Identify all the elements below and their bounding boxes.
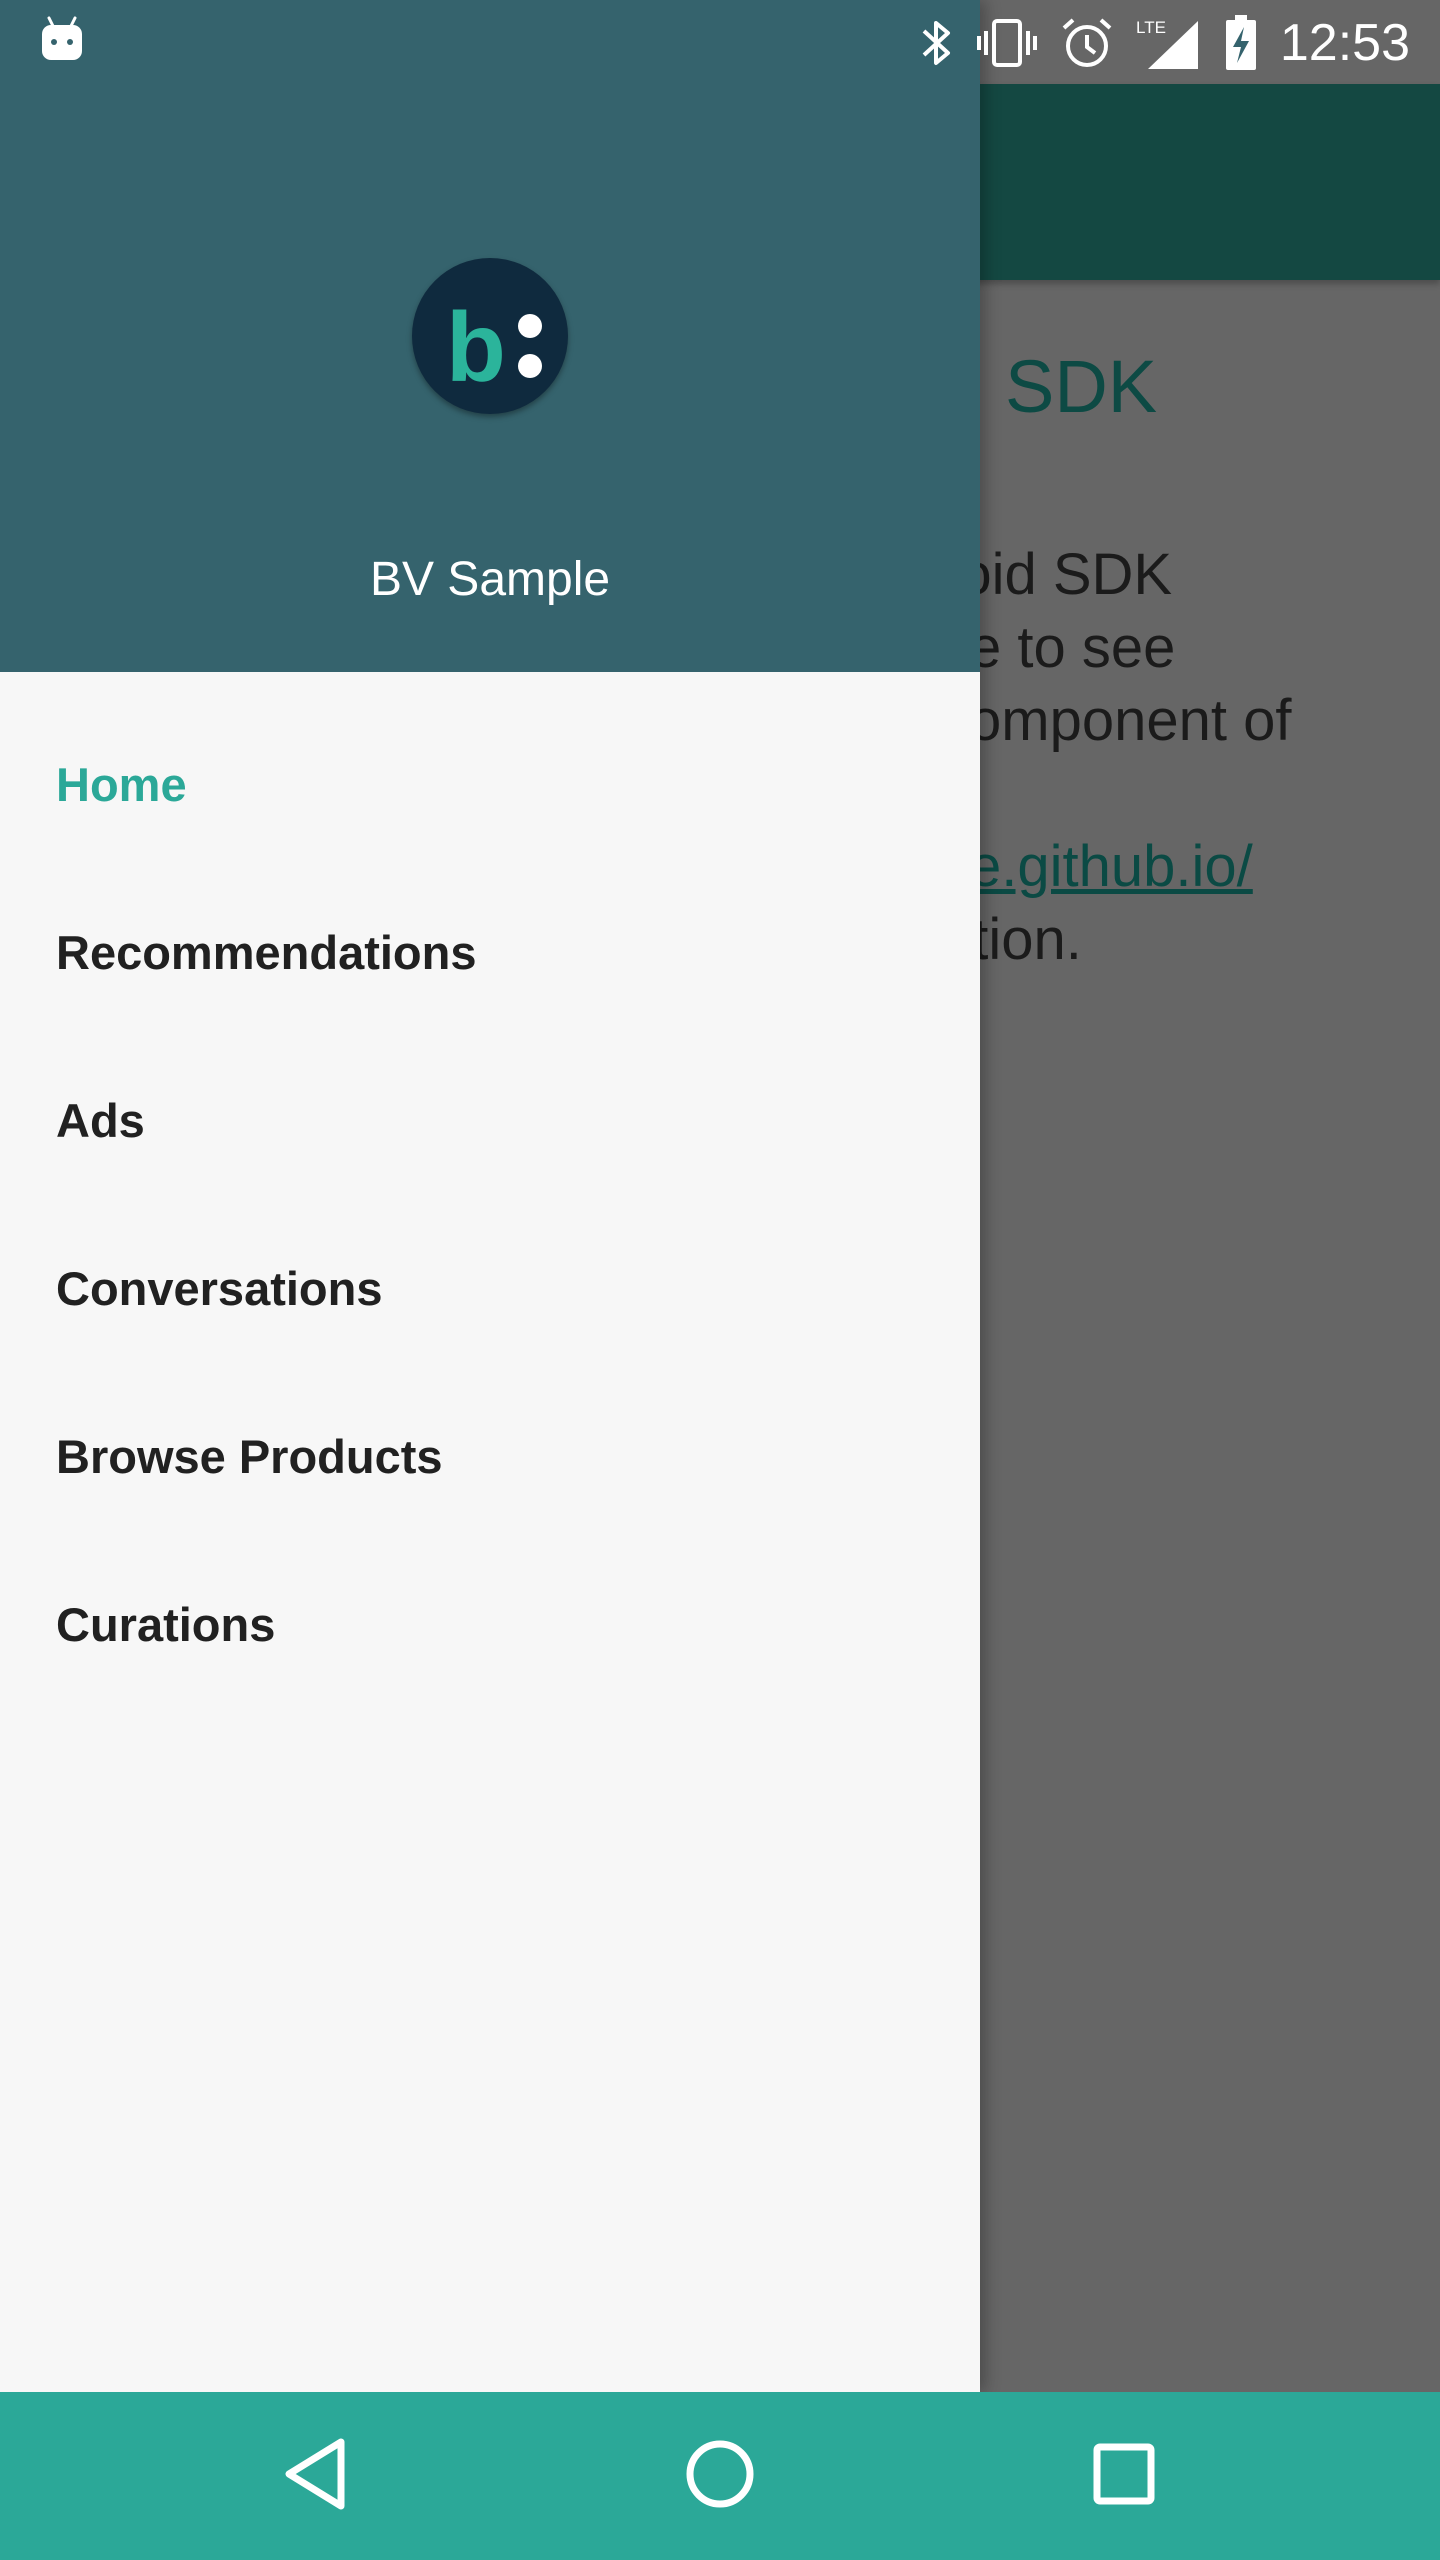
battery-charging-icon [1224,15,1258,71]
status-bar: LTE 12:53 [0,0,1440,84]
drawer-header-title: BV Sample [369,553,611,606]
menu-item-home[interactable]: Home [0,700,980,868]
docs-link[interactable]: ce.github.io/ [940,834,1253,899]
drawer-header: b BV Sample [0,0,980,672]
home-icon [684,2438,756,2514]
back-button[interactable] [266,2426,366,2526]
menu-item-recommendations[interactable]: Recommendations [0,868,980,1036]
status-clock: 12:53 [1279,14,1410,72]
logo-letter: b [446,292,506,402]
navigation-drawer: b BV Sample Home Recommendations Ads Con… [0,0,980,2392]
network-type-label: LTE [1136,18,1166,37]
system-nav-bar [0,2392,1440,2560]
page-heading: l SDK [968,345,1158,428]
android-icon [40,16,84,62]
home-button[interactable] [670,2426,770,2526]
recents-icon [1092,2442,1156,2510]
lte-signal-icon: LTE [1136,15,1202,71]
bv-logo: b [412,258,568,414]
menu-item-ads[interactable]: Ads [0,1036,980,1204]
recents-button[interactable] [1074,2426,1174,2526]
menu-item-curations[interactable]: Curations [0,1540,980,1708]
drawer-menu: Home Recommendations Ads Conversations B… [0,700,980,1708]
bluetooth-icon [920,17,954,69]
vibrate-icon [976,17,1038,69]
menu-item-browse-products[interactable]: Browse Products [0,1372,980,1540]
menu-item-conversations[interactable]: Conversations [0,1204,980,1372]
page-body-text: roid SDK ve to see component of ce.githu… [940,538,1291,976]
alarm-icon [1060,16,1114,70]
back-icon [281,2436,351,2516]
body-line: component of [940,688,1292,753]
